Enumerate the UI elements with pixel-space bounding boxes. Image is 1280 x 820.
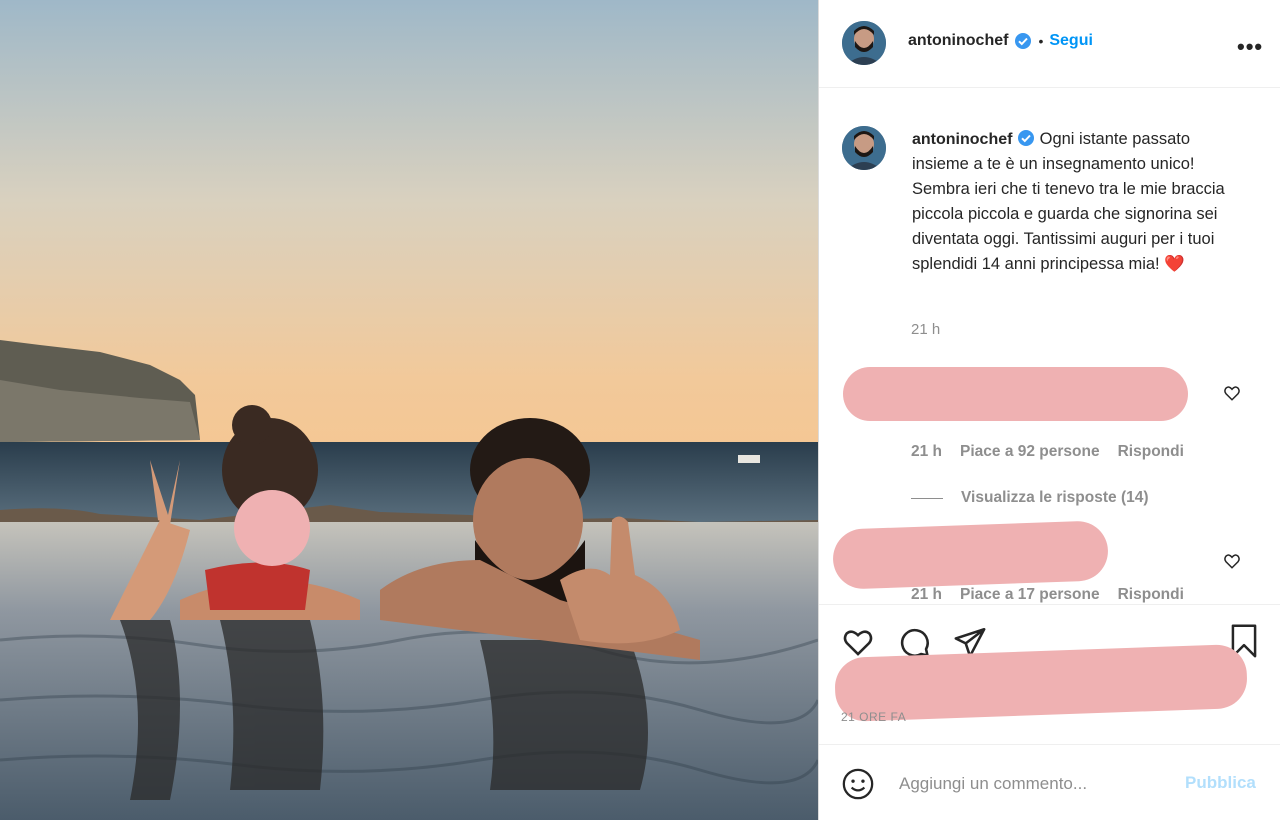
verified-badge-icon xyxy=(1015,33,1032,49)
post-header: antoninochef • Segui ••• xyxy=(819,0,1280,88)
header-user: antoninochef • Segui xyxy=(908,32,1093,50)
comment-icon[interactable] xyxy=(897,625,931,659)
emoji-icon[interactable] xyxy=(841,767,875,801)
comment-time: 21 h xyxy=(911,586,943,603)
comment-meta: 21 h Piace a 17 persone Rispondi xyxy=(911,586,1184,604)
comment-likes[interactable]: Piace a 17 persone xyxy=(960,586,1100,604)
reply-button[interactable]: Rispondi xyxy=(1118,443,1184,461)
verified-badge-icon xyxy=(1018,130,1035,146)
avatar[interactable] xyxy=(842,21,886,65)
follow-button[interactable]: Segui xyxy=(1049,32,1093,50)
view-replies[interactable]: Visualizza le risposte (14) xyxy=(911,489,1149,507)
comment-form: Pubblica xyxy=(819,744,1280,820)
heart-icon[interactable] xyxy=(841,625,875,659)
comment-meta: 21 h Piace a 92 persone Rispondi xyxy=(911,443,1184,461)
caption-time: 21 h xyxy=(911,321,941,338)
caption-text: Ogni istante passato insieme a te è un i… xyxy=(912,130,1225,273)
post-photo xyxy=(0,0,818,820)
post-caption: antoninochef Ogni istante passato insiem… xyxy=(912,127,1242,277)
post-time-ago: 21 ORE FA xyxy=(841,710,907,724)
replies-line xyxy=(911,497,943,499)
caption-username[interactable]: antoninochef xyxy=(912,131,1012,148)
caption-avatar[interactable] xyxy=(842,126,886,170)
view-replies-label[interactable]: Visualizza le risposte (14) xyxy=(961,489,1149,507)
redacted-comment xyxy=(832,520,1109,590)
comment-like-icon[interactable] xyxy=(1223,384,1241,402)
username[interactable]: antoninochef xyxy=(908,32,1008,50)
more-icon[interactable]: ••• xyxy=(1237,34,1263,60)
comment-likes[interactable]: Piace a 92 persone xyxy=(960,443,1100,461)
comment-like-icon[interactable] xyxy=(1223,552,1241,570)
publish-button[interactable]: Pubblica xyxy=(1185,773,1256,793)
redacted-comment xyxy=(843,367,1188,421)
reply-button[interactable]: Rispondi xyxy=(1118,586,1184,604)
post-panel: antoninochef • Segui ••• antoninochef Og… xyxy=(818,0,1280,820)
comment-time: 21 h xyxy=(911,443,943,460)
comment-input[interactable] xyxy=(897,767,1171,801)
separator-dot: • xyxy=(1038,33,1044,49)
heart-emoji: ❤️ xyxy=(1164,255,1185,273)
